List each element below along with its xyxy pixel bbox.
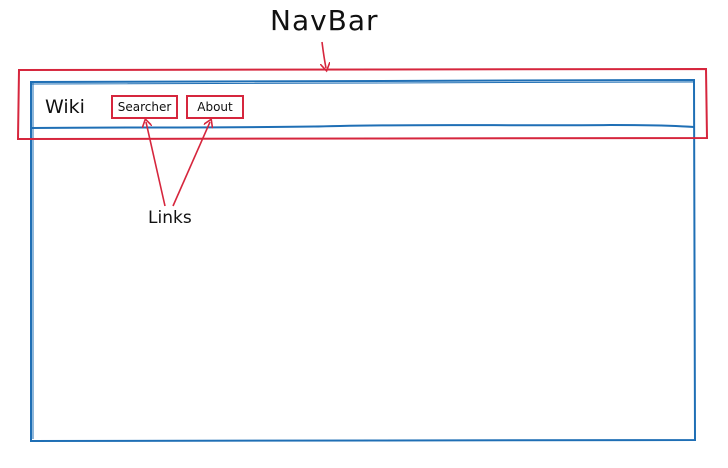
navbar-brand: Wiki: [45, 96, 85, 118]
nav-link-searcher[interactable]: Searcher: [111, 95, 178, 119]
page-frame-inner: [31, 81, 694, 439]
navbar-annotation-title: NavBar: [270, 4, 379, 37]
nav-link-about[interactable]: About: [186, 95, 244, 119]
page-frame: [30, 78, 697, 443]
links-annotation-label: Links: [148, 208, 192, 228]
navbar-arrow: [322, 41, 326, 68]
links-arrow-about: [172, 122, 210, 207]
navbar-divider: [30, 123, 695, 129]
wireframe-diagram: [16, 41, 709, 443]
links-arrow-searcher: [146, 122, 166, 207]
